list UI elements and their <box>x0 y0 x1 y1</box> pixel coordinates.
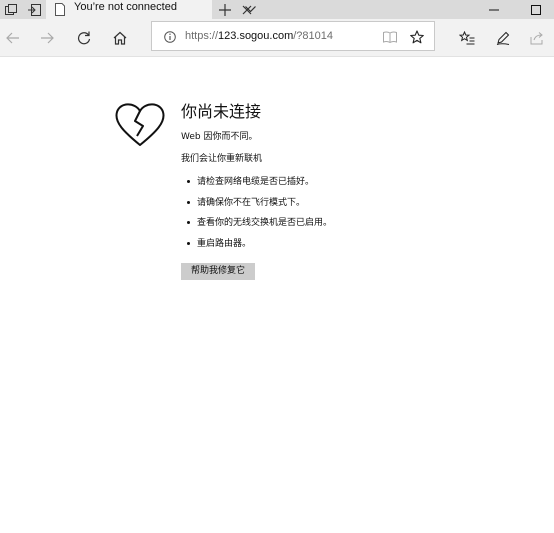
refresh-icon <box>77 31 91 45</box>
tabs-aside-button[interactable] <box>23 0 45 19</box>
error-line-2: 我们会让你重新联机 <box>181 154 263 164</box>
back-button[interactable] <box>0 25 26 51</box>
tip-item: 请检查网络电缆是否已插好。 <box>187 176 332 197</box>
toolbar: https://123.sogou.com/?81014 <box>0 19 554 57</box>
home-icon <box>113 31 127 45</box>
star-icon <box>410 30 424 44</box>
forward-arrow-icon <box>41 32 54 44</box>
broken-heart-icon <box>115 103 165 146</box>
new-tab-button[interactable] <box>215 0 235 19</box>
tip-item: 查看你的无线交换机是否已启用。 <box>187 217 332 238</box>
tab-list-button[interactable] <box>240 0 260 19</box>
minimize-icon <box>489 9 499 10</box>
plus-icon <box>219 3 231 16</box>
chevron-down-icon <box>244 6 256 13</box>
share-button[interactable] <box>524 25 550 51</box>
share-icon <box>530 32 543 45</box>
favorites-hub-button[interactable] <box>454 25 480 51</box>
tab-title: You’re not connected <box>74 1 177 13</box>
fix-connection-button[interactable]: 帮助我修复它 <box>181 263 255 280</box>
url-scheme: https:// <box>185 30 219 42</box>
site-info-button[interactable] <box>162 29 178 45</box>
page-icon <box>55 3 65 16</box>
back-arrow-icon <box>6 32 19 44</box>
refresh-button[interactable] <box>71 25 97 51</box>
tab-preview-icon <box>5 3 17 15</box>
web-note-button[interactable] <box>490 25 516 51</box>
tip-item: 请确保你不在飞行模式下。 <box>187 197 332 218</box>
tab-bar: You’re not connected <box>0 0 554 19</box>
active-tab[interactable]: You’re not connected <box>46 0 252 19</box>
reading-view-button[interactable] <box>382 29 398 45</box>
tip-item: 重启路由器。 <box>187 238 332 259</box>
book-icon <box>383 31 397 43</box>
favorite-button[interactable] <box>409 29 425 45</box>
favorites-list-icon <box>459 31 475 45</box>
error-line-1: Web 因你而不同。 <box>181 132 258 142</box>
forward-button[interactable] <box>34 25 60 51</box>
pen-icon <box>496 31 510 45</box>
address-bar[interactable]: https://123.sogou.com/?81014 <box>151 21 435 51</box>
maximize-button[interactable] <box>516 0 554 19</box>
home-button[interactable] <box>107 25 133 51</box>
url-host: 123.sogou.com <box>218 30 294 42</box>
url-text[interactable]: https://123.sogou.com/?81014 <box>185 22 333 50</box>
tabs-aside-icon <box>27 3 41 16</box>
error-title: 你尚未连接 <box>181 102 262 121</box>
info-icon <box>164 31 176 43</box>
maximize-icon <box>531 4 541 15</box>
tab-preview-button[interactable] <box>0 0 22 19</box>
troubleshooting-list: 请检查网络电缆是否已插好。 请确保你不在飞行模式下。 查看你的无线交换机是否已启… <box>187 176 332 259</box>
minimize-button[interactable] <box>474 0 514 19</box>
url-path: /?81014 <box>293 30 334 42</box>
